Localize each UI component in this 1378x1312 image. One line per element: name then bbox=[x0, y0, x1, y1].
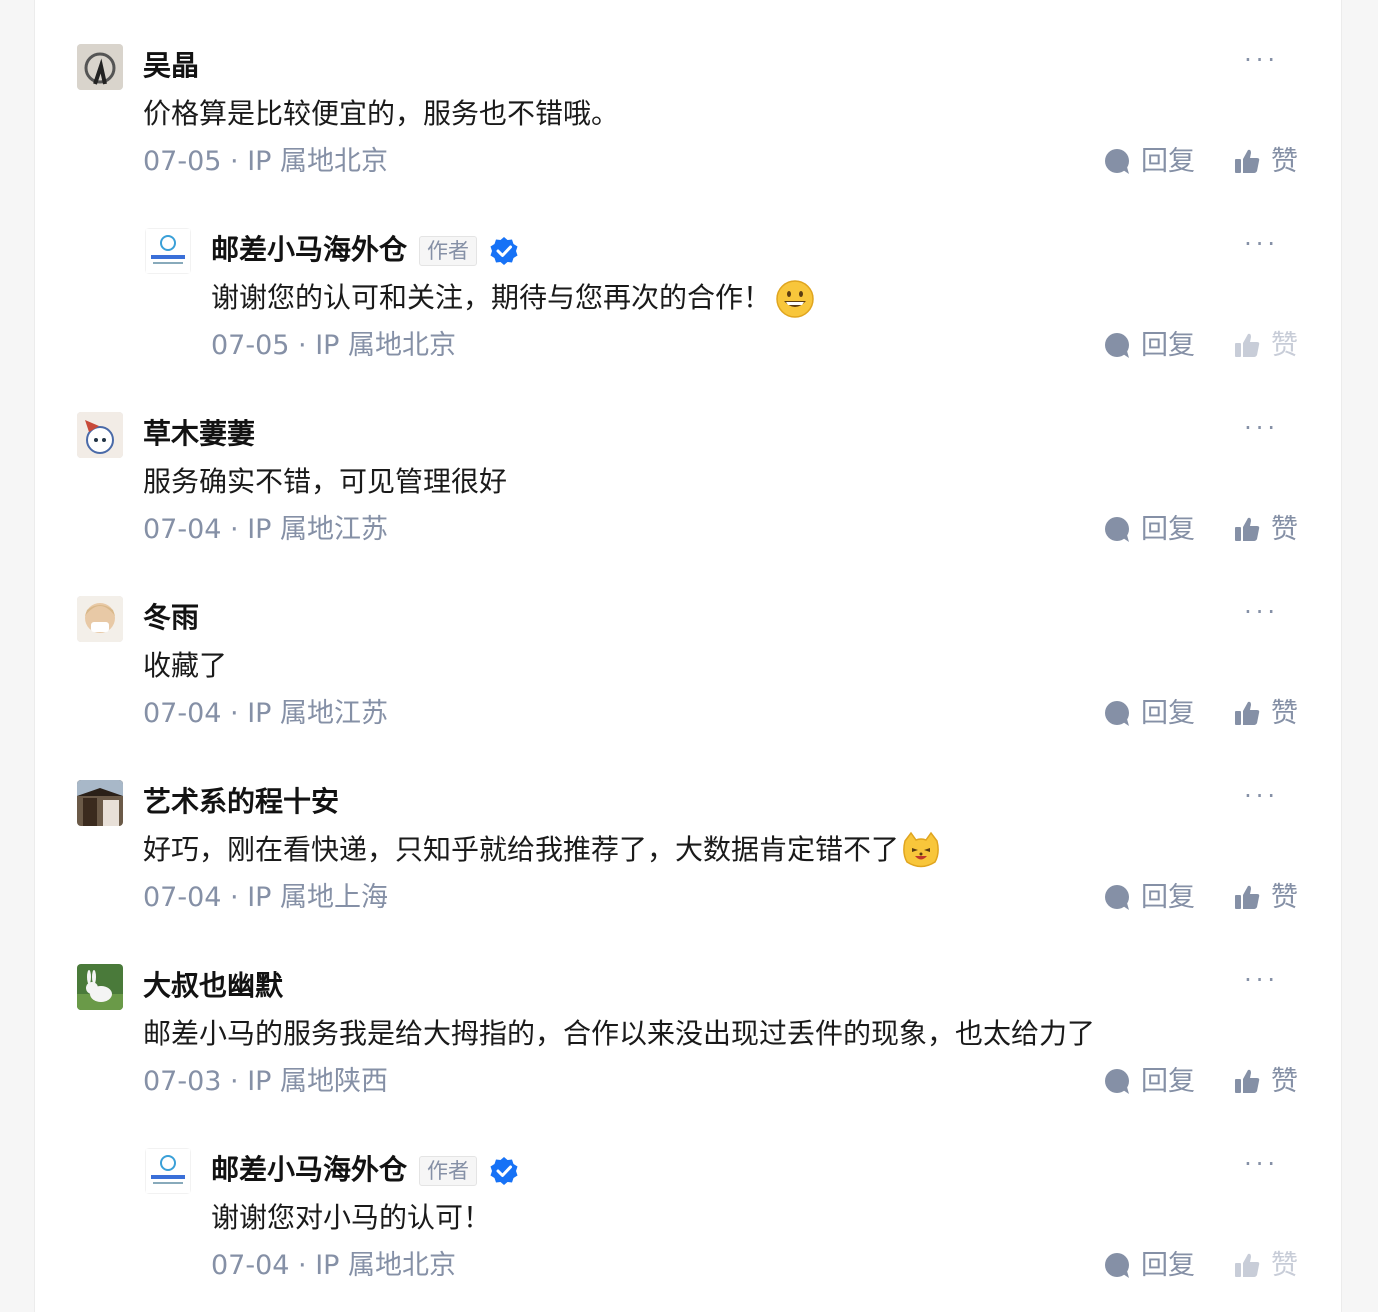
comment-bubble-icon bbox=[1103, 515, 1131, 543]
comment-meta: 07-04 · IP 属地江苏 bbox=[143, 514, 389, 545]
cat-face-icon bbox=[903, 831, 939, 868]
author-name-text: 邮差小马海外仓 bbox=[211, 233, 408, 266]
comment-author-name[interactable]: 草木萋萋 bbox=[143, 414, 255, 454]
comment-item: 吴晶 价格算是比较便宜的，服务也不错哦。 07-05 · IP 属地北京 ···… bbox=[35, 44, 1341, 184]
comment-bubble-icon bbox=[1103, 883, 1131, 911]
comment-text: 邮差小马的服务我是给大拇指的，合作以来没出现过丢件的现象，也太给力了 bbox=[143, 1017, 1096, 1050]
comment-meta: 07-04 · IP 属地江苏 bbox=[143, 698, 389, 729]
thumbs-up-icon bbox=[1233, 883, 1261, 911]
verified-badge-icon bbox=[489, 1156, 519, 1186]
more-options-icon[interactable]: ··· bbox=[1244, 968, 1279, 992]
comment-author-name[interactable]: 邮差小马海外仓 作者 bbox=[211, 230, 519, 270]
reply-label: 回复 bbox=[1141, 1250, 1195, 1281]
comment-author-name[interactable]: 邮差小马海外仓 作者 bbox=[211, 1150, 519, 1190]
comment-bubble-icon bbox=[1103, 1067, 1131, 1095]
reply-button[interactable]: 回复 bbox=[1103, 878, 1195, 918]
reply-button[interactable]: 回复 bbox=[1103, 1062, 1195, 1102]
comment-meta: 07-05 · IP 属地北京 bbox=[143, 146, 389, 177]
reply-button[interactable]: 回复 bbox=[1103, 1246, 1195, 1286]
like-label: 赞 bbox=[1271, 514, 1298, 545]
comment-bubble-icon bbox=[1103, 331, 1131, 359]
like-label: 赞 bbox=[1271, 698, 1298, 729]
comment-text: 谢谢您对小马的认可！ bbox=[211, 1201, 492, 1234]
comment-meta: 07-05 · IP 属地北京 bbox=[211, 330, 457, 361]
comment-author-name[interactable]: 吴晶 bbox=[143, 46, 199, 86]
comment-text: 价格算是比较便宜的，服务也不错哦。 bbox=[143, 97, 620, 130]
more-options-icon[interactable]: ··· bbox=[1244, 416, 1279, 440]
comment-text: 好巧，刚在看快递，只知乎就给我推荐了，大数据肯定错不了 bbox=[143, 830, 941, 870]
avatar[interactable] bbox=[77, 44, 123, 90]
comment-author-name[interactable]: 冬雨 bbox=[143, 598, 199, 638]
like-label: 赞 bbox=[1271, 146, 1298, 177]
reply-item: 邮差小马海外仓 作者 谢谢您对小马的认可！ 07-04 · IP 属地北京 ···… bbox=[35, 1148, 1341, 1288]
reply-button[interactable]: 回复 bbox=[1103, 326, 1195, 366]
more-options-icon[interactable]: ··· bbox=[1244, 1152, 1279, 1176]
comment-list: 吴晶 价格算是比较便宜的，服务也不错哦。 07-05 · IP 属地北京 ···… bbox=[34, 0, 1342, 1312]
comment-text-content: 好巧，刚在看快递，只知乎就给我推荐了，大数据肯定错不了 bbox=[143, 833, 900, 866]
comment-author-name[interactable]: 大叔也幽默 bbox=[143, 966, 283, 1006]
like-button[interactable]: 赞 bbox=[1233, 510, 1298, 550]
thumbs-up-icon bbox=[1233, 331, 1261, 359]
reply-label: 回复 bbox=[1141, 882, 1195, 913]
avatar[interactable] bbox=[77, 596, 123, 642]
thumbs-up-icon bbox=[1233, 1067, 1261, 1095]
like-button[interactable]: 赞 bbox=[1233, 142, 1298, 182]
comment-text-content: 谢谢您的认可和关注，期待与您再次的合作！ bbox=[211, 281, 772, 314]
avatar[interactable] bbox=[77, 412, 123, 458]
avatar[interactable] bbox=[145, 228, 191, 274]
thumbs-up-icon bbox=[1233, 147, 1261, 175]
author-name-text: 邮差小马海外仓 bbox=[211, 1153, 408, 1186]
avatar[interactable] bbox=[77, 964, 123, 1010]
comment-meta: 07-04 · IP 属地北京 bbox=[211, 1250, 457, 1281]
more-options-icon[interactable]: ··· bbox=[1244, 232, 1279, 256]
reply-button[interactable]: 回复 bbox=[1103, 142, 1195, 182]
like-label: 赞 bbox=[1271, 882, 1298, 913]
comment-bubble-icon bbox=[1103, 699, 1131, 727]
comment-item: 大叔也幽默 邮差小马的服务我是给大拇指的，合作以来没出现过丢件的现象，也太给力了… bbox=[35, 964, 1341, 1104]
comment-meta: 07-04 · IP 属地上海 bbox=[143, 882, 389, 913]
like-button[interactable]: 赞 bbox=[1233, 326, 1298, 366]
comment-meta: 07-03 · IP 属地陕西 bbox=[143, 1066, 389, 1097]
comment-item: 冬雨 收藏了 07-04 · IP 属地江苏 ··· 回复 赞 bbox=[35, 596, 1341, 736]
thumbs-up-icon bbox=[1233, 1251, 1261, 1279]
comment-item: 艺术系的程十安 好巧，刚在看快递，只知乎就给我推荐了，大数据肯定错不了 07-0… bbox=[35, 780, 1341, 920]
author-badge: 作者 bbox=[419, 236, 478, 266]
like-button[interactable]: 赞 bbox=[1233, 1062, 1298, 1102]
reply-label: 回复 bbox=[1141, 514, 1195, 545]
more-options-icon[interactable]: ··· bbox=[1244, 600, 1279, 624]
comment-bubble-icon bbox=[1103, 1251, 1131, 1279]
comment-text: 谢谢您的认可和关注，期待与您再次的合作！ bbox=[211, 278, 815, 318]
verified-badge-icon bbox=[489, 236, 519, 266]
like-label: 赞 bbox=[1271, 330, 1298, 361]
comment-text: 服务确实不错，可见管理很好 bbox=[143, 465, 508, 498]
reply-label: 回复 bbox=[1141, 330, 1195, 361]
comment-bubble-icon bbox=[1103, 147, 1131, 175]
avatar[interactable] bbox=[77, 780, 123, 826]
reply-button[interactable]: 回复 bbox=[1103, 510, 1195, 550]
reply-label: 回复 bbox=[1141, 1066, 1195, 1097]
avatar[interactable] bbox=[145, 1148, 191, 1194]
reply-item: 邮差小马海外仓 作者 谢谢您的认可和关注，期待与您再次的合作！ 07-05 · I… bbox=[35, 228, 1341, 368]
more-options-icon[interactable]: ··· bbox=[1244, 784, 1279, 808]
reply-label: 回复 bbox=[1141, 698, 1195, 729]
like-button[interactable]: 赞 bbox=[1233, 694, 1298, 734]
thumbs-up-icon bbox=[1233, 699, 1261, 727]
more-options-icon[interactable]: ··· bbox=[1244, 48, 1279, 72]
reply-label: 回复 bbox=[1141, 146, 1195, 177]
comment-item: 草木萋萋 服务确实不错，可见管理很好 07-04 · IP 属地江苏 ··· 回… bbox=[35, 412, 1341, 552]
reply-button[interactable]: 回复 bbox=[1103, 694, 1195, 734]
like-label: 赞 bbox=[1271, 1250, 1298, 1281]
thumbs-up-icon bbox=[1233, 515, 1261, 543]
like-button[interactable]: 赞 bbox=[1233, 878, 1298, 918]
author-badge: 作者 bbox=[419, 1156, 478, 1186]
like-label: 赞 bbox=[1271, 1066, 1298, 1097]
comment-text: 收藏了 bbox=[143, 649, 228, 682]
grinning-face-icon bbox=[776, 280, 814, 318]
like-button[interactable]: 赞 bbox=[1233, 1246, 1298, 1286]
comment-author-name[interactable]: 艺术系的程十安 bbox=[143, 782, 339, 822]
